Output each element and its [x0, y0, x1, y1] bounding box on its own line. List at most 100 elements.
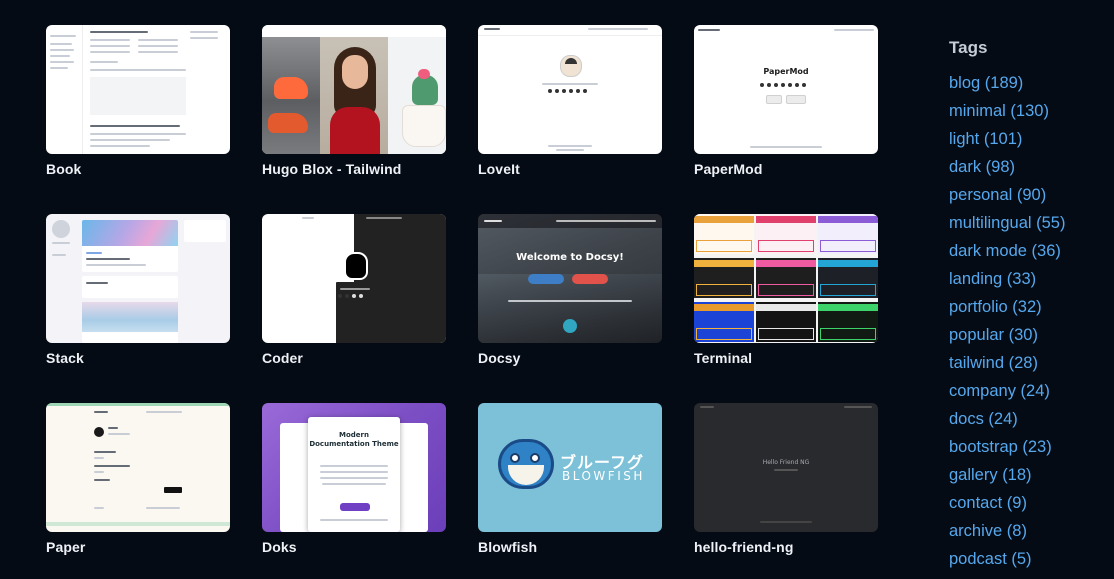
preview-line — [50, 49, 74, 51]
theme-card-blowfish[interactable]: ブルーフグ BLOWFISH Blowfish — [478, 403, 662, 555]
theme-name[interactable]: Paper — [46, 539, 85, 555]
preview-button — [164, 487, 182, 493]
tag-link-tailwind[interactable]: tailwind (28) — [949, 354, 1038, 372]
tag-item: dark mode (36) — [949, 241, 1109, 269]
theme-name[interactable]: PaperMod — [694, 161, 762, 177]
theme-name[interactable]: LoveIt — [478, 161, 520, 177]
preview-title: Modern Documentation Theme — [309, 431, 399, 448]
preview-line — [90, 69, 186, 71]
preview-line — [320, 465, 388, 467]
theme-preview-terminal[interactable] — [694, 214, 878, 343]
preview-line — [50, 43, 72, 45]
preview-line — [302, 217, 314, 219]
preview-hero-title: Welcome to Docsy! — [516, 252, 624, 263]
preview-terminal-tile — [694, 214, 754, 254]
tag-item: podcast (5) — [949, 549, 1109, 577]
preview-terminal-tile — [694, 302, 754, 342]
theme-card-doks[interactable]: Modern Documentation Theme Doks — [262, 403, 446, 555]
theme-card-docsy[interactable]: Welcome to Docsy! Docsy — [478, 214, 662, 366]
preview-line — [146, 411, 182, 413]
theme-name[interactable]: Terminal — [694, 350, 752, 366]
theme-name[interactable]: Coder — [262, 350, 303, 366]
preview-line — [548, 145, 592, 147]
tag-link-portfolio[interactable]: portfolio (32) — [949, 298, 1042, 316]
tag-link-popular[interactable]: popular (30) — [949, 326, 1038, 344]
preview-line — [86, 282, 108, 284]
theme-card-hello-friend-ng[interactable]: Hello Friend NG hello-friend-ng — [694, 403, 878, 555]
theme-preview-book[interactable] — [46, 25, 230, 154]
tags-sidebar: Tags blog (189) minimal (130) light (101… — [949, 38, 1109, 577]
theme-preview-coder[interactable] — [262, 214, 446, 343]
preview-line — [50, 61, 74, 63]
preview-line — [138, 45, 178, 47]
preview-button — [766, 95, 782, 104]
preview-line — [94, 479, 110, 481]
tag-link-archive[interactable]: archive (8) — [949, 522, 1027, 540]
tag-link-podcast[interactable]: podcast (5) — [949, 550, 1032, 568]
chevron-down-icon — [563, 319, 577, 333]
theme-preview-loveit[interactable] — [478, 25, 662, 154]
preview-line — [508, 300, 632, 302]
theme-name[interactable]: Blowfish — [478, 539, 537, 555]
theme-card-coder[interactable]: Coder — [262, 214, 446, 366]
theme-name[interactable]: hello-friend-ng — [694, 539, 794, 555]
preview-pot — [402, 105, 446, 147]
preview-line — [146, 507, 180, 509]
preview-line — [698, 29, 720, 31]
theme-preview-hugo-blox[interactable] — [262, 25, 446, 154]
theme-card-loveit[interactable]: LoveIt — [478, 25, 662, 177]
tag-link-docs[interactable]: docs (24) — [949, 410, 1018, 428]
preview-title: Hello Friend NG — [762, 459, 810, 466]
tag-link-landing[interactable]: landing (33) — [949, 270, 1036, 288]
preview-terminal-tile — [756, 214, 816, 254]
preview-line — [94, 457, 104, 459]
theme-preview-doks[interactable]: Modern Documentation Theme — [262, 403, 446, 532]
tag-link-personal[interactable]: personal (90) — [949, 186, 1046, 204]
tag-item: archive (8) — [949, 521, 1109, 549]
tag-item: company (24) — [949, 381, 1109, 409]
theme-card-papermod[interactable]: PaperMod PaperMod — [694, 25, 878, 177]
tag-link-gallery[interactable]: gallery (18) — [949, 466, 1032, 484]
preview-line — [700, 406, 714, 408]
preview-navbar — [478, 25, 662, 36]
preview-social-icons — [760, 83, 806, 87]
theme-card-hugo-blox[interactable]: Hugo Blox - Tailwind — [262, 25, 446, 177]
tag-link-bootstrap[interactable]: bootstrap (23) — [949, 438, 1052, 456]
theme-preview-hello-friend-ng[interactable]: Hello Friend NG — [694, 403, 878, 532]
theme-preview-paper[interactable] — [46, 403, 230, 532]
theme-name[interactable]: Stack — [46, 350, 84, 366]
preview-avatar — [560, 55, 582, 77]
tag-link-light[interactable]: light (101) — [949, 130, 1022, 148]
tag-link-dark[interactable]: dark (98) — [949, 158, 1015, 176]
theme-card-stack[interactable]: Stack — [46, 214, 230, 366]
theme-card-paper[interactable]: Paper — [46, 403, 230, 555]
tag-link-dark-mode[interactable]: dark mode (36) — [949, 242, 1061, 260]
theme-preview-blowfish[interactable]: ブルーフグ BLOWFISH — [478, 403, 662, 532]
preview-line — [542, 83, 598, 85]
preview-line — [86, 264, 146, 266]
tag-link-blog[interactable]: blog (189) — [949, 74, 1023, 92]
preview-line — [322, 483, 386, 485]
theme-preview-docsy[interactable]: Welcome to Docsy! — [478, 214, 662, 343]
preview-line — [320, 519, 388, 521]
tag-item: popular (30) — [949, 325, 1109, 353]
theme-name[interactable]: Hugo Blox - Tailwind — [262, 161, 401, 177]
theme-card-book[interactable]: Book — [46, 25, 230, 177]
preview-terminal-tile — [818, 302, 878, 342]
preview-terminal-tile — [818, 214, 878, 254]
preview-line — [844, 406, 872, 408]
preview-line — [90, 51, 130, 53]
tag-link-company[interactable]: company (24) — [949, 382, 1050, 400]
tag-link-contact[interactable]: contact (9) — [949, 494, 1027, 512]
tag-item: personal (90) — [949, 185, 1109, 213]
theme-name[interactable]: Docsy — [478, 350, 521, 366]
theme-preview-papermod[interactable]: PaperMod — [694, 25, 878, 154]
preview-line — [834, 29, 874, 31]
theme-name[interactable]: Doks — [262, 539, 297, 555]
tag-link-minimal[interactable]: minimal (130) — [949, 102, 1049, 120]
tag-item: multilingual (55) — [949, 213, 1109, 241]
theme-name[interactable]: Book — [46, 161, 81, 177]
theme-preview-stack[interactable] — [46, 214, 230, 343]
tag-link-multilingual[interactable]: multilingual (55) — [949, 214, 1065, 232]
theme-card-terminal[interactable]: Terminal — [694, 214, 878, 366]
